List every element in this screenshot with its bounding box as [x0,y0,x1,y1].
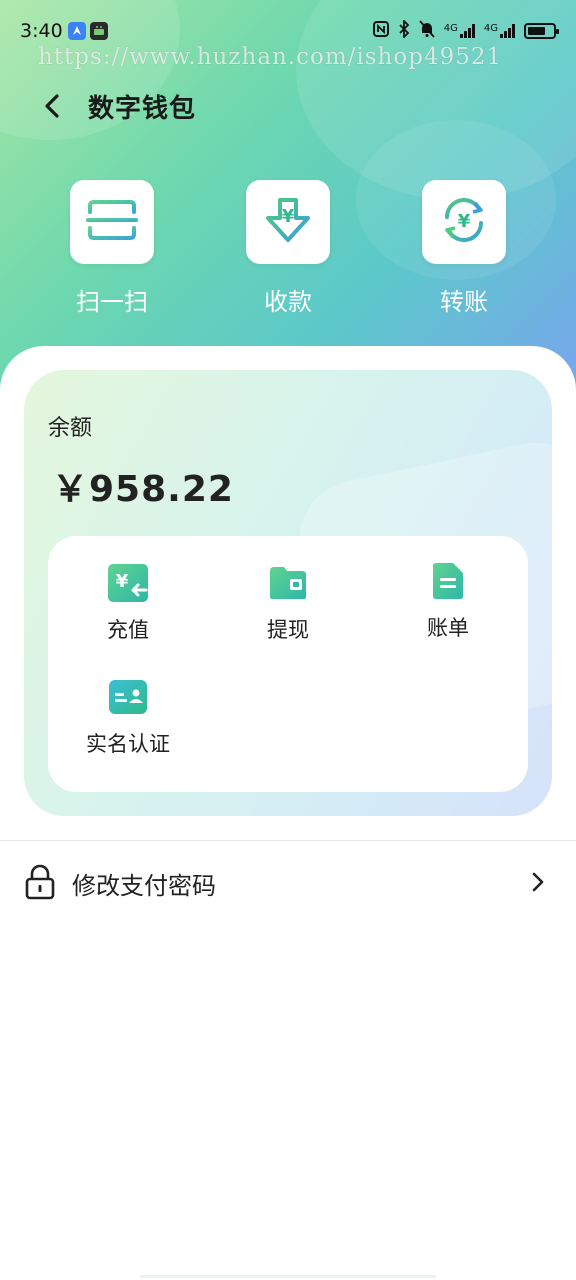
transfer-button[interactable]: ¥ 转账 [409,180,519,317]
transfer-tile[interactable]: ¥ [422,180,506,264]
mute-bell-icon [419,20,435,42]
svg-text:¥: ¥ [458,211,471,232]
watermark: https://www.huzhan.com/ishop49521 [38,44,503,70]
network-type-label: 4G [483,23,498,34]
svg-text:¥: ¥ [116,571,129,592]
home-indicator [140,1275,436,1278]
lock-icon [24,864,56,900]
chevron-right-icon [530,868,546,896]
withdraw-button[interactable]: 提现 [218,564,358,644]
withdraw-wallet-icon [268,564,308,602]
balance-label: 余额 [48,416,93,441]
nfc-icon [372,21,389,41]
network-type-label: 4G [443,23,458,34]
svg-text:¥: ¥ [282,206,295,227]
recharge-label: 充值 [107,618,149,642]
bluetooth-icon [398,18,410,42]
id-card-icon [108,678,148,716]
balance-card: 余额 ￥958.22 ¥ 充值 提现 账单 实名认证 [24,370,552,816]
receive-money-label: 收款 [264,288,312,316]
navigation-app-icon [68,22,86,40]
scan-button[interactable]: 扫一扫 [57,180,167,317]
bill-label: 账单 [427,616,469,640]
wallet-screen: 3:40 4G 4G https://www.huzhan.com/ishop4… [0,0,576,1280]
receive-money-tile[interactable]: ¥ [246,180,330,264]
scan-label: 扫一扫 [76,288,148,316]
change-payment-password-row[interactable]: 修改支付密码 [0,850,576,916]
status-icons: 4G 4G [372,18,559,42]
battery-icon [524,23,559,39]
scan-tile[interactable] [70,180,154,264]
receive-money-icon: ¥ [264,196,312,248]
identity-verification-label: 实名认证 [86,732,170,756]
operations-panel: ¥ 充值 提现 账单 实名认证 [48,536,528,792]
signal-4g-icon: 4G [444,24,475,38]
transfer-icon: ¥ [439,195,489,249]
android-app-icon [90,22,108,40]
identity-verification-button[interactable]: 实名认证 [58,678,198,758]
bill-document-icon [428,562,468,600]
page-title: 数字钱包 [88,94,197,124]
divider [0,840,576,841]
scan-icon [82,198,142,246]
transfer-label: 转账 [440,288,488,316]
recharge-icon: ¥ [108,564,148,602]
withdraw-label: 提现 [267,618,309,642]
status-time: 3:40 [20,20,63,42]
balance-amount: ￥958.22 [52,469,234,510]
recharge-button[interactable]: ¥ 充值 [58,564,198,644]
receive-money-button[interactable]: ¥ 收款 [233,180,343,317]
bill-button[interactable]: 账单 [378,562,518,642]
back-arrow-icon[interactable] [36,90,68,122]
signal-4g-icon: 4G [484,24,515,38]
change-payment-password-label: 修改支付密码 [72,872,216,900]
title-bar: 数字钱包 [0,78,576,134]
